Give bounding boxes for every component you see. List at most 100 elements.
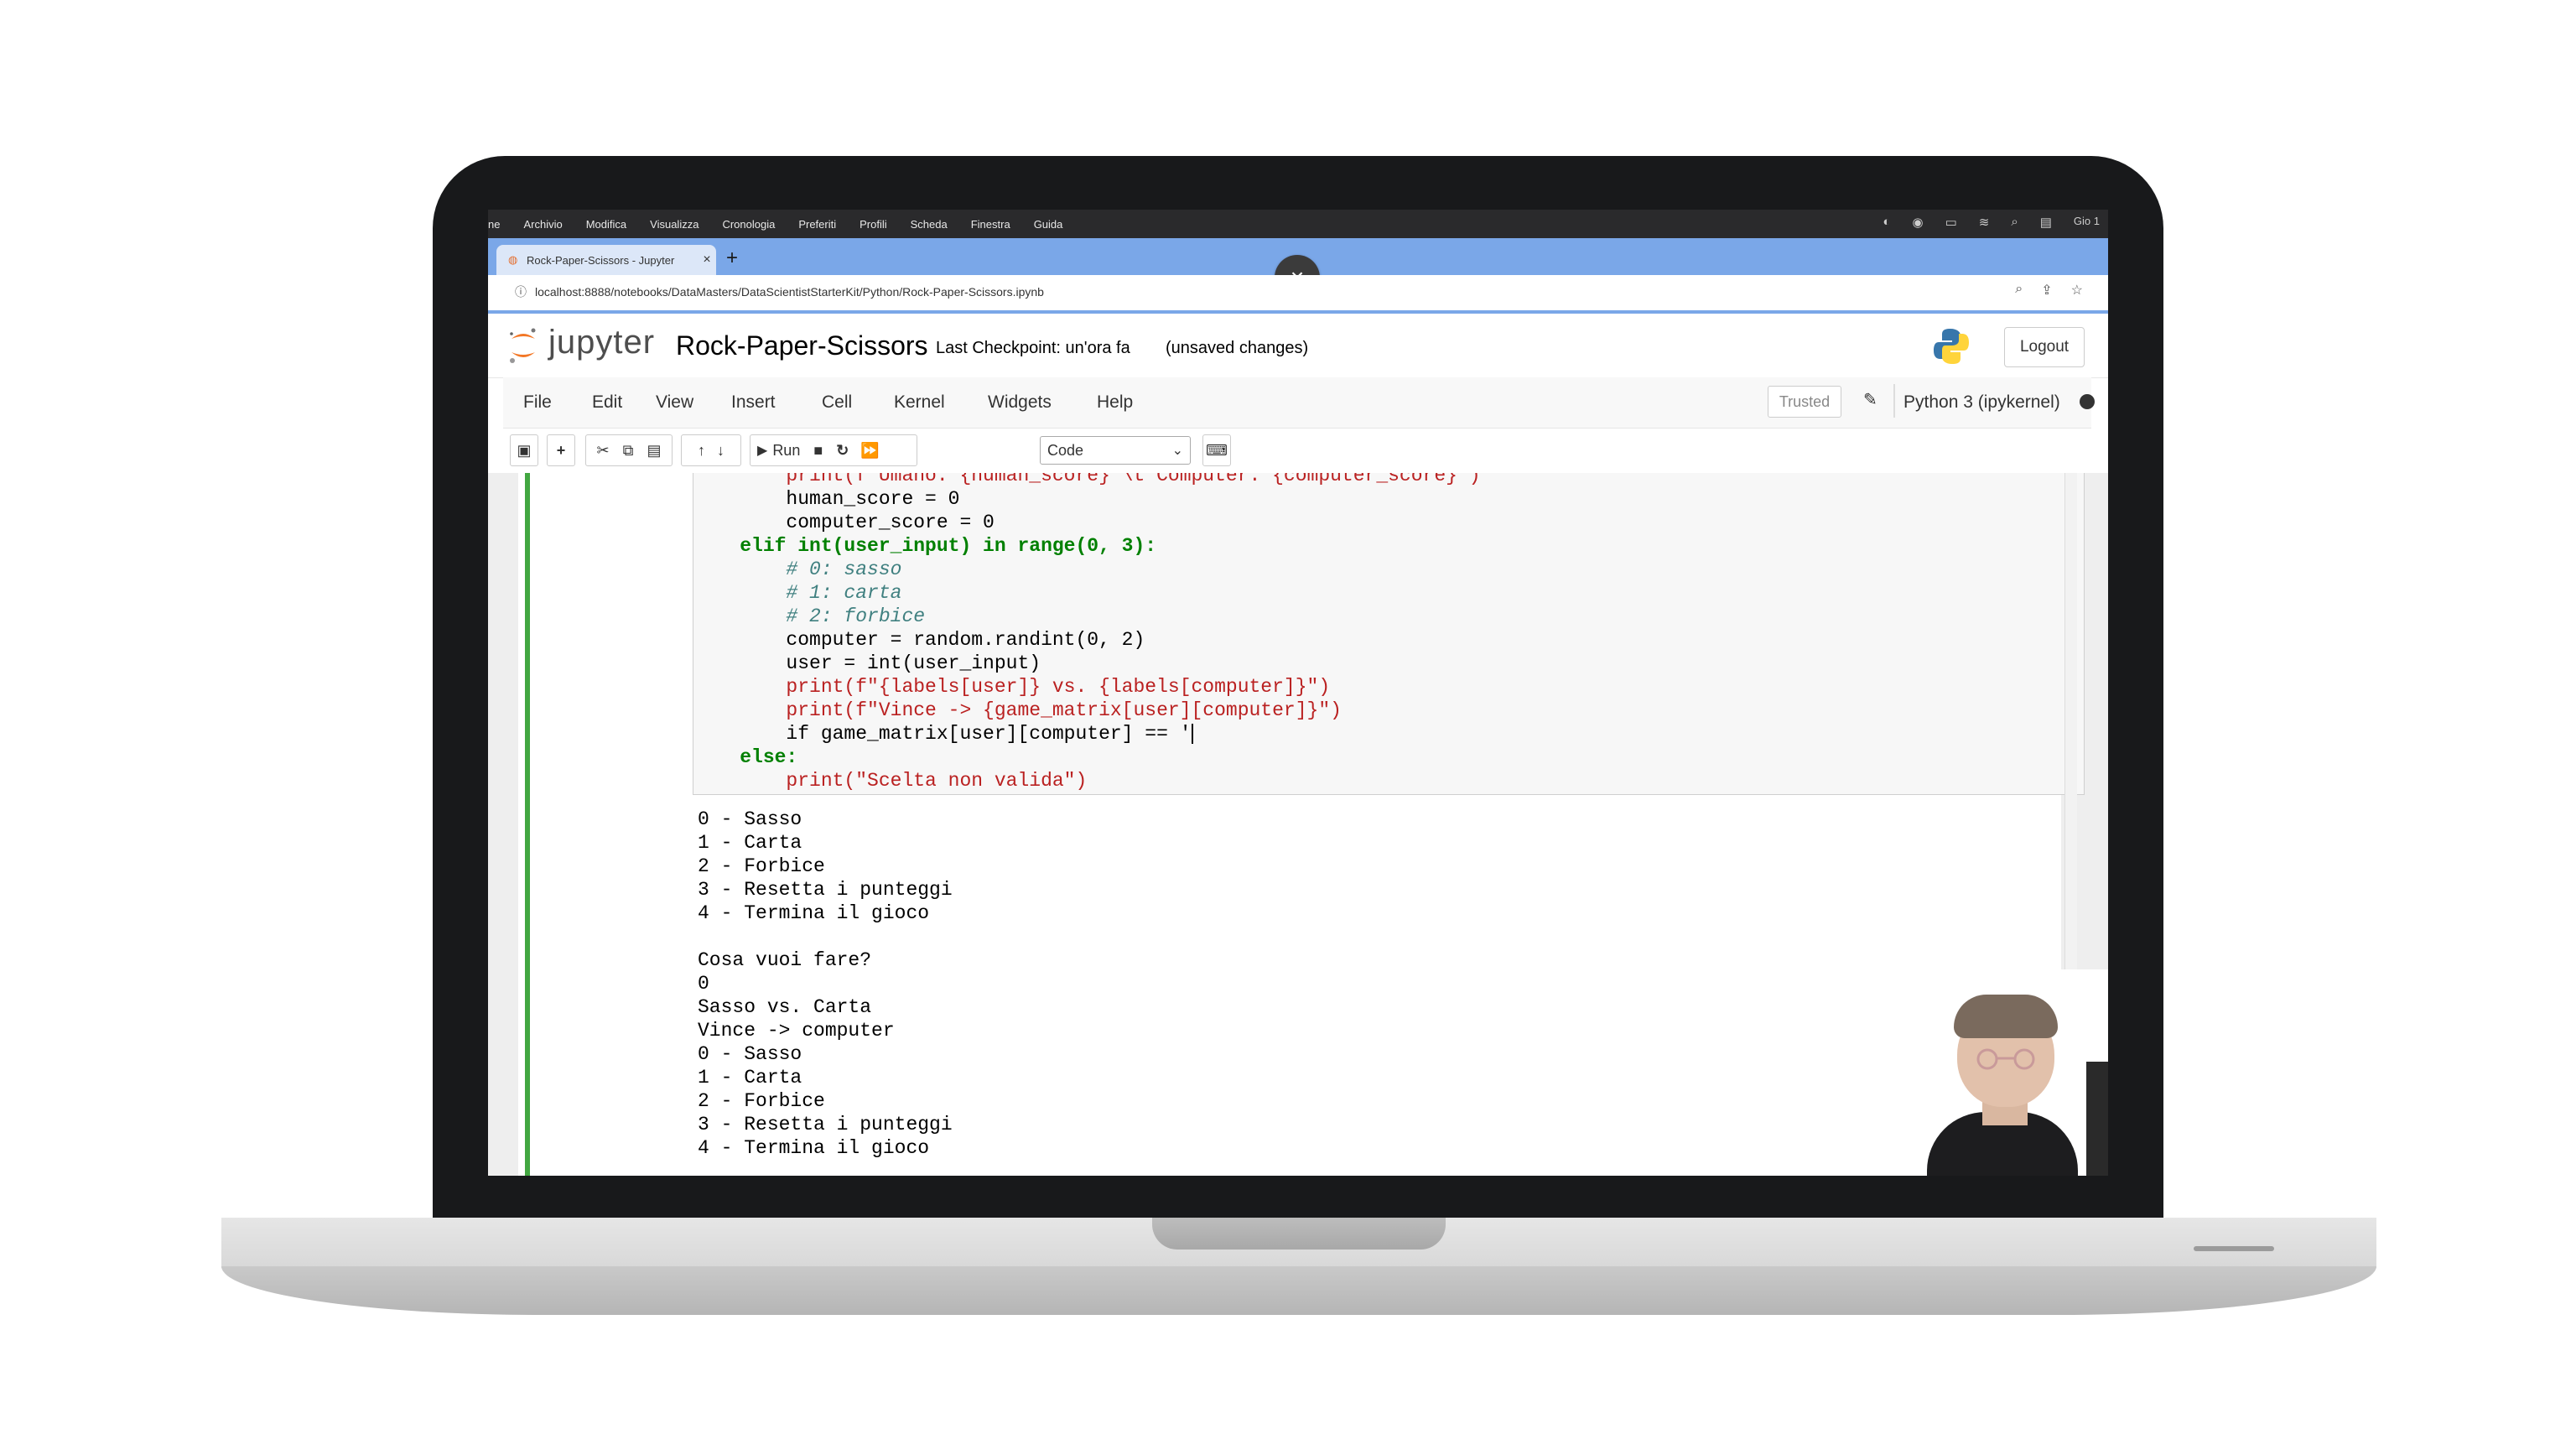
control-center-icon[interactable]: ▤	[2040, 215, 2052, 230]
screen: ne Archivio Modifica Visualizza Cronolog…	[488, 210, 2108, 1176]
wifi-icon[interactable]: ≋	[1979, 215, 1990, 230]
jupyter-favicon-icon: ◍	[508, 253, 518, 266]
logout-button[interactable]: Logout	[2004, 327, 2085, 367]
copy-icon[interactable]: ⧉	[623, 442, 634, 460]
code-line: print("Scelta non valida")	[693, 770, 1087, 792]
search-icon[interactable]: ⌕	[2011, 215, 2018, 230]
tab-close-icon[interactable]: ×	[698, 252, 716, 268]
zoom-icon[interactable]: ⌕	[2015, 282, 2023, 299]
code-text: computer_score = 0	[693, 512, 995, 533]
code-text: print(f"{labels[user]} vs. {labels[compu…	[693, 676, 1331, 698]
mac-menu-visualizza[interactable]: Visualizza	[650, 218, 699, 231]
output-line: 4 - Termina il gioco	[698, 902, 930, 924]
trusted-indicator[interactable]: Trusted	[1768, 386, 1841, 418]
jupyter-header: jupyter Rock-Paper-Scissors Last Checkpo…	[488, 314, 2108, 378]
move-down-icon[interactable]: ↓	[717, 442, 724, 460]
edit-pencil-icon[interactable]: ✎	[1863, 389, 1877, 410]
menu-help[interactable]: Help	[1097, 392, 1133, 413]
url-text[interactable]: localhost:8888/notebooks/DataMasters/Dat…	[535, 285, 1044, 299]
control-icon[interactable]: ◉	[1912, 215, 1923, 230]
menu-cell[interactable]: Cell	[822, 392, 852, 413]
code-line: # 2: forbice	[693, 605, 925, 627]
code-text: elif int(user_input) in range(0, 3):	[693, 535, 1157, 557]
code-text: # 0: sasso	[693, 559, 902, 580]
code-cell[interactable]: print(f"Umano: {human_score} \t Computer…	[518, 473, 2085, 1176]
mac-menu-modifica[interactable]: Modifica	[586, 218, 626, 231]
kernel-busy-indicator-icon	[2080, 394, 2095, 409]
menu-view[interactable]: View	[656, 392, 693, 413]
battery-icon[interactable]: ▭	[1945, 215, 1957, 230]
output-line: 1 - Carta	[698, 1067, 802, 1088]
code-line: computer = random.randint(0, 2)	[693, 629, 1145, 651]
jupyter-logo-text[interactable]: jupyter	[548, 324, 655, 361]
run-label: Run	[772, 441, 801, 459]
menu-kernel[interactable]: Kernel	[894, 392, 945, 413]
menu-edit[interactable]: Edit	[592, 392, 622, 413]
code-text: # 1: carta	[693, 582, 902, 604]
keyboard-icon: ⌨	[1206, 441, 1228, 459]
menu-insert[interactable]: Insert	[731, 392, 776, 413]
mac-menu-guida[interactable]: Guida	[1034, 218, 1063, 231]
cut-icon[interactable]: ✂	[597, 442, 610, 460]
mac-menu-finestra[interactable]: Finestra	[971, 218, 1010, 231]
output-line: 1 - Carta	[698, 832, 802, 854]
share-icon[interactable]: ⇪	[2041, 282, 2052, 299]
site-info-icon[interactable]: ⓘ	[515, 283, 527, 300]
code-line: if game_matrix[user][computer] == '	[693, 723, 1193, 745]
code-text: print(f"Vince -> {game_matrix[user][comp…	[693, 699, 1342, 721]
address-bar[interactable]: ⓘ localhost:8888/notebooks/DataMasters/D…	[488, 275, 2108, 314]
menu-file[interactable]: File	[523, 392, 552, 413]
mac-status-icons: ◐ ◉ ▭ ≋ ⌕ ▤ Gio 1	[1883, 215, 2100, 230]
kernel-separator	[1893, 384, 1895, 418]
code-line: print(f"Vince -> {game_matrix[user][comp…	[693, 699, 1342, 721]
run-controls-group: ▶ Run ■ ↻ ⏩	[750, 434, 917, 466]
mac-menu-archivio[interactable]: Archivio	[523, 218, 562, 231]
notebook-body: print(f"Umano: {human_score} \t Computer…	[488, 473, 2108, 1176]
code-line: # 1: carta	[693, 582, 901, 604]
mac-menu-preferiti[interactable]: Preferiti	[798, 218, 836, 231]
cell-output: 0 - Sasso 1 - Carta 2 - Forbice 3 - Rese…	[698, 808, 1955, 1176]
run-icon: ▶	[757, 444, 768, 458]
new-tab-button[interactable]: +	[726, 248, 738, 268]
chevron-down-icon: ⌄	[1171, 444, 1183, 458]
menu-widgets[interactable]: Widgets	[988, 392, 1052, 413]
output-line: 3 - Resetta i punteggi	[698, 879, 953, 901]
insert-cell-button[interactable]: +	[547, 434, 575, 466]
notebook-title[interactable]: Rock-Paper-Scissors	[676, 330, 928, 361]
code-editor[interactable]: print(f"Umano: {human_score} \t Computer…	[693, 473, 2085, 795]
save-button[interactable]: ▣	[510, 434, 538, 466]
text-cursor	[1191, 723, 1193, 744]
paste-icon[interactable]: ▤	[647, 442, 661, 460]
output-line: 4 - Termina il gioco	[698, 1137, 930, 1159]
webcam-dark-panel	[2086, 1062, 2108, 1176]
mac-menu-item[interactable]: ne	[488, 218, 500, 231]
cell-type-select[interactable]: Code ⌄	[1040, 436, 1191, 465]
laptop-base-bottom	[221, 1266, 2376, 1315]
status-icon[interactable]: ◐	[1883, 215, 1890, 230]
stop-icon[interactable]: ■	[813, 442, 823, 460]
mac-menu-profili[interactable]: Profili	[860, 218, 887, 231]
clock-text[interactable]: Gio 1	[2074, 215, 2100, 230]
restart-icon[interactable]: ↻	[836, 442, 849, 460]
glasses-icon	[1976, 1048, 2035, 1070]
code-line: print(f"{labels[user]} vs. {labels[compu…	[693, 676, 1330, 698]
output-line: Cosa vuoi fare?	[698, 949, 872, 971]
edit-buttons-group: ✂ ⧉ ▤	[585, 434, 673, 466]
mac-menu-cronologia[interactable]: Cronologia	[722, 218, 775, 231]
move-up-icon[interactable]: ↑	[698, 442, 705, 460]
command-palette-button[interactable]: ⌨	[1202, 434, 1231, 466]
code-text: computer = random.randint(0, 2)	[693, 629, 1145, 651]
fast-forward-icon[interactable]: ⏩	[860, 442, 879, 460]
browser-tab[interactable]: ◍ Rock-Paper-Scissors - Jupyter ×	[496, 245, 716, 275]
jupyter-logo-icon[interactable]	[508, 327, 538, 364]
code-text: # 2: forbice	[693, 605, 926, 627]
kernel-name[interactable]: Python 3 (ipykernel)	[1903, 392, 2060, 413]
checkpoint-status: Last Checkpoint: un'ora fa	[936, 339, 1130, 357]
mac-menu-scheda[interactable]: Scheda	[911, 218, 948, 231]
run-button[interactable]: ▶ Run	[757, 442, 800, 460]
code-text: print("Scelta non valida")	[693, 770, 1088, 792]
code-line: else:	[693, 746, 797, 768]
presenter-webcam	[1910, 969, 2108, 1176]
jupyter-menubar: File Edit View Insert Cell Kernel Widget…	[503, 377, 2095, 429]
bookmark-star-icon[interactable]: ☆	[2071, 282, 2083, 299]
